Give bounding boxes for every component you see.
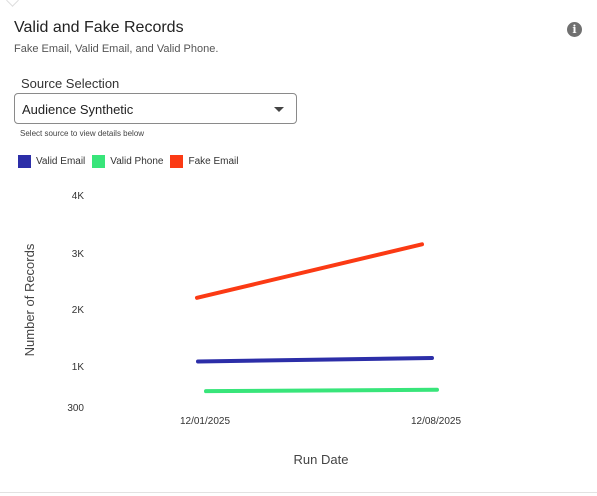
info-icon[interactable]: i <box>567 22 582 37</box>
source-helper-text: Select source to view details below <box>20 129 145 138</box>
legend-swatch <box>18 155 31 168</box>
legend-item-fake-email[interactable]: Fake Email <box>170 155 239 168</box>
legend-item-valid-email[interactable]: Valid Email <box>18 155 85 168</box>
y-axis-ticks: 300 1K 2K 3K 4K <box>67 191 84 414</box>
legend-swatch <box>170 155 184 168</box>
y-tick-label: 3K <box>72 249 85 260</box>
card-subtitle: Fake Email, Valid Email, and Valid Phone… <box>14 43 219 55</box>
y-tick-label: 4K <box>72 191 85 202</box>
chart-card: Valid and Fake Records Fake Email, Valid… <box>0 0 597 493</box>
x-tick-label: 12/08/2025 <box>411 416 461 427</box>
y-axis-title: Number of Records <box>22 243 37 356</box>
series-line-valid-email[interactable] <box>196 356 434 364</box>
source-selection-label: Source Selection <box>21 76 120 91</box>
series-lines <box>195 242 439 394</box>
legend-label: Fake Email <box>188 156 239 167</box>
source-select-value: Audience Synthetic <box>22 102 134 117</box>
y-tick-label: 300 <box>67 403 84 414</box>
card-title: Valid and Fake Records <box>14 19 184 36</box>
source-select[interactable]: Audience Synthetic <box>14 93 297 124</box>
chart-legend: Valid Email Valid Phone Fake Email <box>18 155 246 168</box>
series-line-fake-email[interactable] <box>195 242 424 300</box>
chevron-down-icon <box>274 107 284 112</box>
legend-label: Valid Phone <box>110 156 164 167</box>
x-axis-ticks: 12/01/2025 12/08/2025 <box>180 416 461 427</box>
series-line-valid-phone[interactable] <box>204 387 439 394</box>
y-tick-label: 2K <box>72 305 85 316</box>
collapse-chevron-icon <box>6 0 19 7</box>
x-tick-label: 12/01/2025 <box>180 416 230 427</box>
line-chart: Number of Records Run Date 300 1K 2K 3K 4K 1… <box>22 191 461 467</box>
legend-swatch <box>92 155 106 168</box>
x-axis-title: Run Date <box>294 452 349 467</box>
legend-label: Valid Email <box>36 156 86 167</box>
legend-item-valid-phone[interactable]: Valid Phone <box>92 155 163 168</box>
y-tick-label: 1K <box>72 362 85 373</box>
